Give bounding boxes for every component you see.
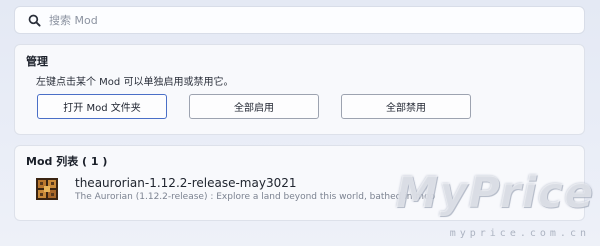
open-mod-folder-button[interactable]: 打开 Mod 文件夹 (37, 94, 167, 119)
mod-description: The Aurorian (1.12.2-release) : Explore … (75, 192, 436, 202)
mod-name: theaurorian-1.12.2-release-may3021 (75, 176, 297, 190)
mod-list-panel: Mod 列表 ( 1 ) theaurorian-1.12.2-release-… (14, 145, 585, 221)
mod-list-title: Mod 列表 ( 1 ) (26, 155, 108, 168)
watermark-url: myprice.com.cn (449, 228, 590, 239)
manage-description: 左键点击某个 Mod 可以单独启用或禁用它。 (36, 77, 234, 88)
manage-title: 管理 (26, 55, 48, 68)
enable-all-button[interactable]: 全部启用 (189, 94, 319, 119)
search-input[interactable] (49, 13, 549, 27)
mod-block-icon (36, 178, 58, 200)
search-bar[interactable] (14, 6, 585, 34)
search-icon (27, 13, 41, 27)
mod-list-item[interactable]: theaurorian-1.12.2-release-may3021 The A… (23, 175, 576, 209)
disable-all-button[interactable]: 全部禁用 (341, 94, 471, 119)
manage-panel: 管理 左键点击某个 Mod 可以单独启用或禁用它。 打开 Mod 文件夹 全部启… (14, 44, 585, 135)
